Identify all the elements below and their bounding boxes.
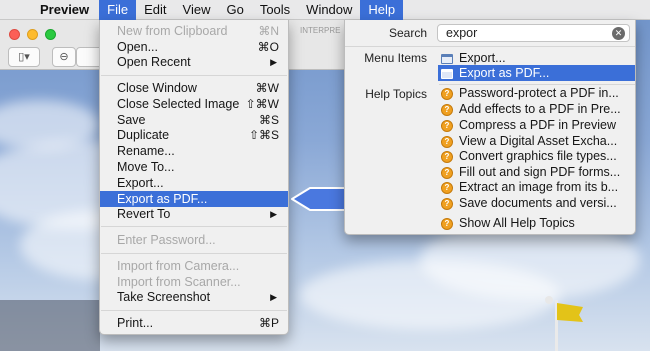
help-topic-icon: ?: [441, 166, 453, 179]
menu-bar: Preview File Edit View Go Tools Window H…: [0, 0, 650, 20]
menu-item-save[interactable]: Save ⌘S: [100, 112, 288, 128]
zoom-out-icon: ⊖: [59, 51, 69, 63]
close-window-button[interactable]: [9, 29, 20, 40]
menu-item-duplicate[interactable]: Duplicate ⇧⌘S: [100, 127, 288, 143]
sidebar-toggle-button[interactable]: ▯▾: [8, 47, 40, 67]
menu-tools[interactable]: Tools: [252, 0, 298, 20]
pole-top: [545, 296, 553, 304]
menu-items-label: Menu Items: [364, 51, 427, 65]
menu-item-icon: [441, 68, 453, 79]
menu-file[interactable]: File: [99, 0, 137, 20]
menu-separator: [101, 226, 287, 227]
zoom-out-button[interactable]: ⊖: [52, 47, 76, 67]
help-topic-item[interactable]: ? Fill out and sign PDF forms...: [441, 164, 635, 180]
help-menu-dropdown: Search expor ✕ Menu Items Export... Expo…: [344, 20, 636, 235]
shortcut: ⌘W: [255, 81, 279, 95]
submenu-arrow-icon: ▶: [270, 209, 277, 219]
shortcut: ⌘P: [258, 316, 279, 330]
help-topic-item[interactable]: ? Convert graphics file types...: [441, 148, 635, 164]
shortcut: ⇧⌘S: [248, 128, 279, 142]
menu-view[interactable]: View: [175, 0, 219, 20]
shortcut: ⌘N: [258, 24, 279, 38]
menu-separator: [101, 310, 287, 311]
help-topic-icon: ?: [441, 103, 453, 116]
clear-search-icon[interactable]: ✕: [612, 27, 625, 40]
submenu-arrow-icon: ▶: [270, 57, 277, 67]
help-topic-item[interactable]: ? Password-protect a PDF in...: [441, 85, 635, 101]
help-topic-item[interactable]: ? Extract an image from its b...: [441, 179, 635, 195]
shortcut: ⇧⌘W: [245, 97, 279, 111]
show-all-help-topics[interactable]: ? Show All Help Topics: [441, 215, 635, 231]
menu-item-export-as-pdf[interactable]: Export as PDF...: [100, 191, 288, 207]
help-search-input[interactable]: expor ✕: [437, 24, 630, 42]
menu-separator: [101, 253, 287, 254]
menu-item-open[interactable]: Open... ⌘O: [100, 39, 288, 55]
menu-item-revert-to[interactable]: Revert To ▶: [100, 206, 288, 222]
menu-item-close-selected-image[interactable]: Close Selected Image ⇧⌘W: [100, 96, 288, 112]
help-topic-icon: ?: [441, 87, 453, 100]
help-topic-icon: ?: [441, 119, 453, 132]
shortcut: ⌘O: [257, 40, 279, 54]
menu-item-open-recent[interactable]: Open Recent ▶: [100, 54, 288, 70]
help-topic-item[interactable]: ? Add effects to a PDF in Pre...: [441, 101, 635, 117]
shortcut: ⌘S: [258, 113, 279, 127]
zoom-window-button[interactable]: [45, 29, 56, 40]
menu-window[interactable]: Window: [298, 0, 360, 20]
menu-item-enter-password[interactable]: Enter Password...: [100, 232, 288, 248]
menu-item-export[interactable]: Export...: [100, 175, 288, 191]
search-label: Search: [388, 26, 427, 40]
menu-item-import-from-scanner[interactable]: Import from Scanner...: [100, 274, 288, 290]
help-topics-label: Help Topics: [365, 87, 427, 101]
preview-toolbar-right: INTERPRE: [288, 20, 346, 70]
menu-item-new-from-clipboard[interactable]: New from Clipboard ⌘N: [100, 23, 288, 39]
help-topic-item[interactable]: ? Compress a PDF in Preview: [441, 117, 635, 133]
submenu-arrow-icon: ▶: [270, 292, 277, 302]
file-menu-dropdown: New from Clipboard ⌘N Open... ⌘O Open Re…: [99, 20, 289, 335]
menu-item-close-window[interactable]: Close Window ⌘W: [100, 80, 288, 96]
minimize-window-button[interactable]: [27, 29, 38, 40]
help-topic-icon: ?: [441, 181, 453, 194]
help-topic-item[interactable]: ? View a Digital Asset Excha...: [441, 133, 635, 149]
menu-edit[interactable]: Edit: [136, 0, 174, 20]
menu-separator: [345, 46, 635, 47]
help-topic-icon: ?: [441, 197, 453, 210]
help-topic-icon: ?: [441, 135, 453, 148]
menu-item-rename[interactable]: Rename...: [100, 143, 288, 159]
menu-item-move-to[interactable]: Move To...: [100, 159, 288, 175]
document-tab-text: INTERPRE: [300, 26, 341, 35]
menu-item-take-screenshot[interactable]: Take Screenshot ▶: [100, 289, 288, 305]
menu-go[interactable]: Go: [218, 0, 251, 20]
zoom-in-button[interactable]: [76, 47, 100, 67]
menu-help[interactable]: Help: [360, 0, 404, 20]
menu-separator: [101, 75, 287, 76]
help-result-export[interactable]: Export...: [441, 50, 635, 66]
app-menu[interactable]: Preview: [34, 0, 99, 20]
menu-item-import-from-camera[interactable]: Import from Camera...: [100, 258, 288, 274]
background-scenery: [0, 300, 100, 351]
menu-item-icon: [441, 53, 453, 64]
help-topic-item[interactable]: ? Save documents and versi...: [441, 195, 635, 211]
help-topic-icon: ?: [441, 150, 453, 163]
help-topic-icon: ?: [441, 217, 453, 230]
preview-toolbar: ▯▾ ⊖: [0, 20, 100, 70]
menu-item-print[interactable]: Print... ⌘P: [100, 315, 288, 331]
sidebar-toggle-icon: ▯▾: [18, 51, 30, 63]
help-result-export-as-pdf[interactable]: Export as PDF...: [438, 65, 635, 81]
